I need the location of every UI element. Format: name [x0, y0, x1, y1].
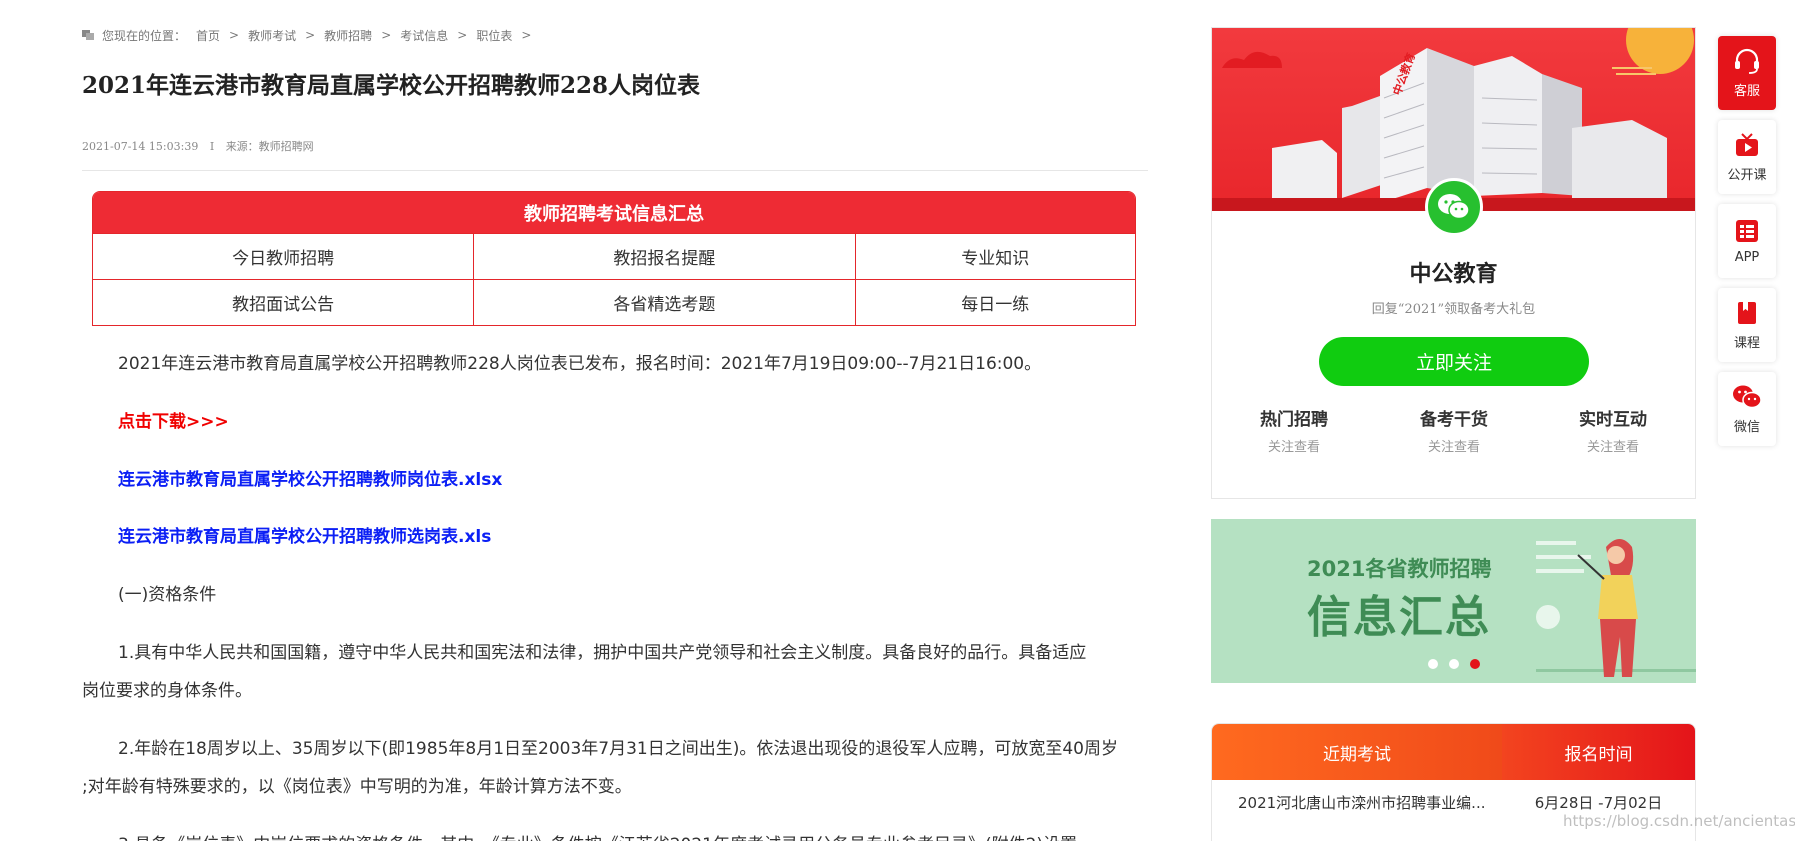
publish-date: 2021-07-14 15:03:39: [82, 140, 199, 153]
toolbar-label: APP: [1734, 249, 1760, 265]
carousel-dot-active[interactable]: [1470, 659, 1480, 669]
follow-button[interactable]: 立即关注: [1319, 337, 1589, 386]
feature-title: 实时互动: [1579, 410, 1647, 430]
article-meta: 2021-07-14 15:03:39 I 来源：教师招聘网: [82, 138, 314, 154]
course-button[interactable]: 课程: [1718, 288, 1776, 362]
toolbar-label: 公开课: [1727, 167, 1767, 183]
carousel-dots: [1428, 659, 1480, 669]
item3-partial: 3.具备《岗位表》中岗位要求的资格条件。其中，《专业》条件按《江苏省2021年度…: [82, 826, 1148, 841]
promo-title: 信息汇总: [1307, 592, 1491, 643]
breadcrumb-sep: >: [457, 28, 468, 42]
wechat-icon: [1733, 385, 1762, 408]
tab-recent-exams[interactable]: 近期考试: [1212, 724, 1502, 780]
link-interview-notice[interactable]: 教招面试公告: [93, 280, 475, 325]
file-link-selection-table[interactable]: 连云港市教育局直属学校公开招聘教师选岗表.xls: [82, 518, 1148, 556]
feature-sub: 关注查看: [1586, 440, 1639, 455]
item2-line1: 2.年龄在18周岁以上、35周岁以下(即1985年8月1日至2003年7月31日…: [118, 739, 1118, 759]
toolbar-label: 课程: [1733, 335, 1760, 351]
intro-paragraph: 2021年连云港市教育局直属学校公开招聘教师228人岗位表已发布，报名时间：20…: [118, 354, 1042, 374]
feature-sub: 关注查看: [1427, 440, 1480, 455]
open-class-button[interactable]: 公开课: [1718, 120, 1776, 194]
breadcrumb-prefix: 您现在的位置：: [102, 28, 187, 43]
page-title: 2021年连云港市教育局直属学校公开招聘教师228人岗位表: [82, 72, 701, 99]
exam-table-header: 近期考试 报名时间: [1212, 724, 1695, 780]
breadcrumb-sep: >: [381, 28, 392, 42]
info-table-row: 今日教师招聘 教招报名提醒 专业知识: [93, 233, 1135, 279]
watermark: https://blog.csdn.net/ancientaso: [1563, 812, 1795, 830]
link-professional-knowledge[interactable]: 专业知识: [856, 234, 1135, 279]
item1-line1: 1.具有中华人民共和国国籍，遵守中华人民共和国宪法和法律，拥护中国共产党领导和社…: [118, 643, 1087, 663]
app-icon: [1736, 219, 1758, 242]
link-signup-reminder[interactable]: 教招报名提醒: [474, 234, 856, 279]
breadcrumb-sep: >: [305, 28, 316, 42]
breadcrumb-sep: >: [521, 28, 532, 42]
wechat-tip: 回复“2021”领取备考大礼包: [1371, 302, 1536, 317]
breadcrumb-teacher-recruit[interactable]: 教师招聘: [324, 27, 372, 44]
link-today-recruit[interactable]: 今日教师招聘: [93, 234, 475, 279]
link-selected-questions[interactable]: 各省精选考题: [474, 280, 856, 325]
breadcrumb-teacher-exam[interactable]: 教师考试: [248, 27, 296, 44]
section-heading: (一)资格条件: [118, 585, 217, 605]
toolbar-label: 客服: [1733, 83, 1760, 99]
file-link-position-table[interactable]: 连云港市教育局直属学校公开招聘教师岗位表.xlsx: [82, 461, 1148, 499]
toolbar-label: 微信: [1733, 419, 1760, 435]
book-icon: [1738, 301, 1756, 324]
breadcrumb-position-table[interactable]: 职位表: [476, 27, 512, 44]
tab-signup-time[interactable]: 报名时间: [1502, 724, 1695, 780]
feature-live-interaction[interactable]: 实时互动 关注查看: [1543, 405, 1683, 455]
wechat-card: 中公教育 中公教育 回复“2021”领取备考大礼包 立即关注 热门招聘 关注查看…: [1211, 27, 1696, 499]
feature-sub: 关注查看: [1267, 440, 1320, 455]
video-icon: [1736, 132, 1758, 156]
promo-carousel[interactable]: 2021各省教师招聘 信息汇总: [1211, 519, 1696, 683]
wechat-button[interactable]: 微信: [1718, 372, 1776, 446]
item1-line2: 岗位要求的身体条件。: [82, 681, 252, 701]
feature-title: 备考干货: [1420, 410, 1488, 430]
exam-name[interactable]: 2021河北唐山市滦州市招聘事业编...: [1212, 792, 1502, 813]
info-table-row: 教招面试公告 各省精选考题 每日一练: [93, 279, 1135, 325]
item2-line2: ;对年龄有特殊要求的，以《岗位表》中写明的为准，年龄计算方法不变。: [82, 777, 632, 797]
breadcrumb-sep: >: [229, 28, 240, 42]
teacher-illustration: [1536, 539, 1696, 677]
wechat-logo-icon: [1425, 178, 1483, 236]
info-summary-table: 教师招聘考试信息汇总 今日教师招聘 教招报名提醒 专业知识 教招面试公告 各省精…: [92, 191, 1136, 326]
feature-title: 热门招聘: [1260, 410, 1328, 430]
location-icon: [82, 30, 94, 40]
breadcrumb-exam-info[interactable]: 考试信息: [400, 27, 448, 44]
breadcrumb: 您现在的位置： 首页 > 教师考试 > 教师招聘 > 考试信息 > 职位表 >: [82, 26, 540, 44]
title-divider: [82, 170, 1148, 171]
feature-hot-recruit[interactable]: 热门招聘 关注查看: [1224, 405, 1364, 455]
feature-prep-materials[interactable]: 备考干货 关注查看: [1384, 405, 1524, 455]
download-label[interactable]: 点击下载>>>: [82, 403, 1148, 441]
wechat-account-name: 中公教育: [1409, 261, 1498, 287]
meta-separator: I: [209, 140, 215, 153]
exam-date: 6月28日 -7月02日: [1534, 793, 1663, 812]
carousel-dot[interactable]: [1428, 659, 1438, 669]
info-table-header: 教师招聘考试信息汇总: [93, 192, 1135, 233]
article-source: 来源：教师招聘网: [225, 140, 314, 153]
headset-icon: [1735, 48, 1759, 74]
breadcrumb-home[interactable]: 首页: [196, 27, 220, 44]
promo-subtitle: 2021各省教师招聘: [1307, 557, 1492, 581]
customer-service-button[interactable]: 客服: [1718, 36, 1776, 110]
app-button[interactable]: APP: [1718, 204, 1776, 278]
link-daily-practice[interactable]: 每日一练: [856, 280, 1135, 325]
carousel-dot[interactable]: [1449, 659, 1459, 669]
